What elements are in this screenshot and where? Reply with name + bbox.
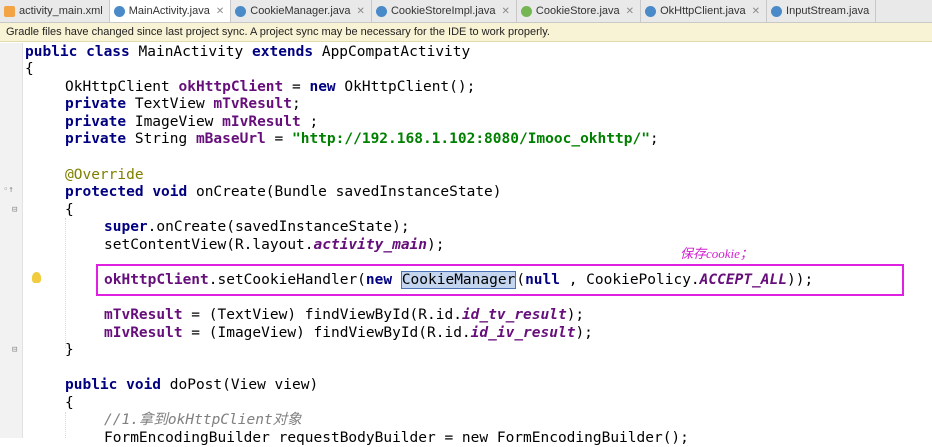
code-line: @Override: [65, 167, 144, 183]
code-line: public class MainActivity extends AppCom…: [25, 44, 471, 60]
code-line: mIvResult = (ImageView) findViewById(R.i…: [104, 325, 593, 341]
code-line: }: [65, 342, 74, 358]
code-line: private TextView mTvResult;: [65, 96, 301, 112]
code-line: {: [65, 395, 74, 411]
highlight-box: [96, 264, 904, 296]
code-line: {: [65, 202, 74, 218]
code-line: protected void onCreate(Bundle savedInst…: [65, 184, 502, 200]
code-line: public void doPost(View view): [65, 377, 319, 393]
code-line: private String mBaseUrl = "http://192.16…: [65, 131, 659, 147]
code-line: //1.拿到okHttpClient对象: [104, 412, 302, 428]
code-line: super.onCreate(savedInstanceState);: [104, 219, 410, 235]
code-line: private ImageView mIvResult ;: [65, 114, 319, 130]
code-line: {: [25, 61, 34, 77]
code-line: setContentView(R.layout.activity_main);: [104, 237, 445, 253]
annotation-note: 保存cookie；: [680, 246, 753, 261]
code-line: mTvResult = (TextView) findViewById(R.id…: [104, 307, 585, 323]
code-editor[interactable]: public class MainActivity extends AppCom…: [0, 0, 932, 446]
code-line: OkHttpClient okHttpClient = new OkHttpCl…: [65, 79, 476, 95]
code-line: FormEncodingBuilder requestBodyBuilder =…: [104, 430, 689, 446]
